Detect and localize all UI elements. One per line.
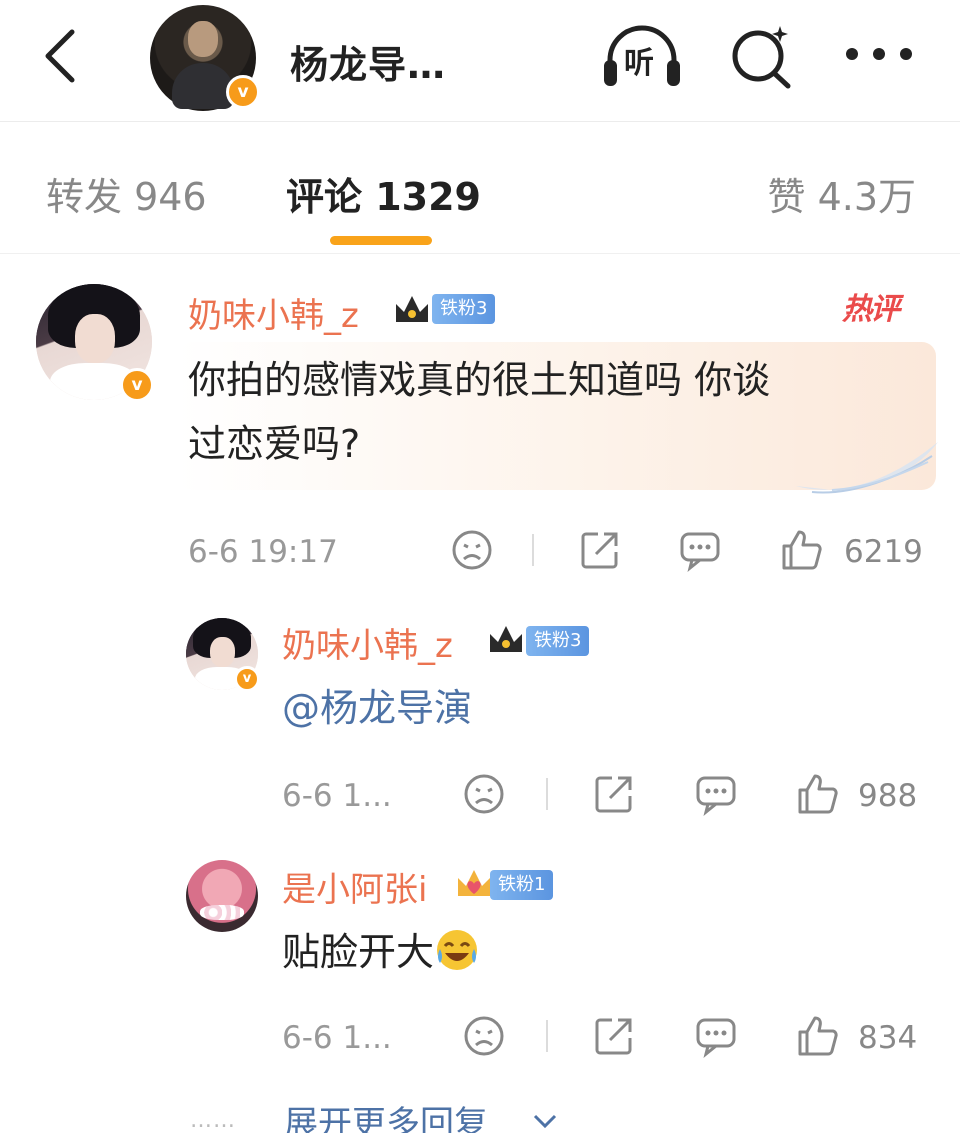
chevron-left-icon <box>45 29 75 83</box>
comment-text: 你拍的感情戏真的很土知道吗 你谈 过恋爱吗? <box>188 348 908 476</box>
fan-level-badge: 铁粉3 <box>526 626 590 656</box>
reply-username[interactable]: 奶味小韩_z <box>282 618 453 667</box>
active-tab-indicator <box>330 236 432 245</box>
search-button[interactable] <box>728 22 796 90</box>
comment-meta: 6-6 19:17 6219 <box>188 528 928 578</box>
fan-level-badge: 铁粉3 <box>432 294 496 324</box>
reply-username[interactable]: 是小阿张i <box>282 862 427 911</box>
share-icon[interactable] <box>578 528 622 572</box>
crown-icon <box>490 626 522 652</box>
divider <box>546 778 548 810</box>
laugh-cry-emoji-icon <box>437 930 478 970</box>
chevron-down-icon <box>533 1114 557 1129</box>
like-count: 6219 <box>844 534 923 570</box>
dots-divider: …… <box>190 1108 236 1133</box>
listen-label: 听 <box>624 46 654 81</box>
search-icon <box>732 26 791 89</box>
verified-badge-icon: v <box>120 368 154 402</box>
reply-text: @杨龙导演 <box>282 676 472 740</box>
reply-icon[interactable] <box>694 772 738 816</box>
divider <box>546 1020 548 1052</box>
heart-crown-icon <box>458 870 490 896</box>
comment-username[interactable]: 奶味小韩_z <box>188 288 359 337</box>
comment-text-line: 你拍的感情戏真的很土知道吗 你谈 <box>188 358 771 402</box>
top-bar: v 杨龙导… 听 <box>0 0 960 122</box>
like-count: 988 <box>858 778 918 814</box>
reply-text-content: 贴脸开大 <box>282 930 435 974</box>
reply-icon[interactable] <box>694 1014 738 1058</box>
verified-badge-icon: v <box>226 75 260 109</box>
author-avatar[interactable]: v <box>150 5 260 111</box>
like-thumb-icon[interactable] <box>796 772 840 816</box>
tab-bar: 转发 946 评论 1329 赞 4.3万 <box>0 122 960 254</box>
reply-avatar[interactable]: v <box>186 618 260 692</box>
reply-meta: 6-6 1... 834 <box>282 1014 928 1064</box>
listen-button[interactable]: 听 <box>600 20 684 90</box>
like-count: 834 <box>858 1020 918 1056</box>
reply-avatar[interactable] <box>186 860 258 932</box>
share-icon[interactable] <box>592 1014 636 1058</box>
back-button[interactable] <box>38 26 82 86</box>
reply-time: 6-6 1... <box>282 778 392 814</box>
reply-meta: 6-6 1... 988 <box>282 772 928 822</box>
like-thumb-icon[interactable] <box>780 528 824 572</box>
mention-link[interactable]: @杨龙导演 <box>282 686 472 730</box>
divider <box>532 534 534 566</box>
tab-repost[interactable]: 转发 946 <box>46 166 207 221</box>
more-dots-icon <box>846 48 912 60</box>
comment-text-line: 过恋爱吗? <box>188 422 361 466</box>
reply-icon[interactable] <box>678 528 722 572</box>
reply-time: 6-6 1... <box>282 1020 392 1056</box>
expand-replies-label: 展开更多回复 <box>284 1104 488 1133</box>
dislike-face-icon[interactable] <box>462 1014 506 1058</box>
like-thumb-icon[interactable] <box>796 1014 840 1058</box>
comment-avatar[interactable]: v <box>36 284 154 402</box>
more-button[interactable] <box>842 32 916 76</box>
share-icon[interactable] <box>592 772 636 816</box>
dislike-face-icon[interactable] <box>450 528 494 572</box>
dislike-face-icon[interactable] <box>462 772 506 816</box>
verified-badge-icon: v <box>234 666 260 692</box>
fan-level-badge: 铁粉1 <box>490 870 554 900</box>
crown-icon <box>396 296 428 322</box>
tab-likes[interactable]: 赞 4.3万 <box>767 166 916 221</box>
tab-comments[interactable]: 评论 1329 <box>286 166 481 221</box>
comment-time: 6-6 19:17 <box>188 534 338 570</box>
reply-text: 贴脸开大 <box>282 920 480 984</box>
page-title: 杨龙导… <box>290 43 447 87</box>
hot-comment-tag: 热评 <box>842 292 900 327</box>
